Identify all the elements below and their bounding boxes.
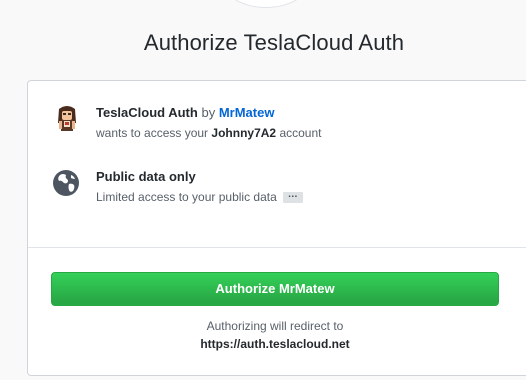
redirect-url: https://auth.teslacloud.net — [200, 337, 350, 351]
app-info-row: TeslaCloud Auth by MrMatew wants to acce… — [52, 103, 321, 143]
app-title-line: TeslaCloud Auth by MrMatew — [96, 103, 321, 123]
account-name: Johnny7A2 — [211, 126, 277, 140]
avatar-image — [52, 103, 82, 133]
developer-link[interactable]: MrMatew — [219, 105, 275, 120]
access-request-line: wants to access your Johnny7A2 account — [96, 123, 321, 143]
authorization-card: TeslaCloud Auth by MrMatew wants to acce… — [27, 80, 526, 376]
card-divider — [28, 247, 526, 248]
scope-row: Public data only Limited access to your … — [52, 167, 303, 207]
scope-description-line: Limited access to your public data … — [96, 187, 303, 207]
expand-details-button[interactable]: … — [282, 190, 303, 204]
page-title: Authorize TeslaCloud Auth — [143, 30, 405, 55]
app-name: TeslaCloud Auth — [96, 105, 198, 120]
redirect-note: Authorizing will redirect to https://aut… — [28, 317, 522, 353]
developer-avatar[interactable] — [52, 103, 82, 133]
request-prefix: wants to access your — [96, 126, 209, 140]
redirect-prefix: Authorizing will redirect to — [206, 319, 344, 333]
request-suffix: account — [279, 126, 322, 140]
authorize-button[interactable]: Authorize MrMatew — [51, 272, 499, 306]
scope-description: Limited access to your public data — [96, 190, 277, 204]
by-label: by — [201, 105, 216, 120]
globe-icon — [52, 169, 82, 199]
scope-title: Public data only — [96, 169, 196, 184]
app-logo-circle — [223, 0, 309, 8]
